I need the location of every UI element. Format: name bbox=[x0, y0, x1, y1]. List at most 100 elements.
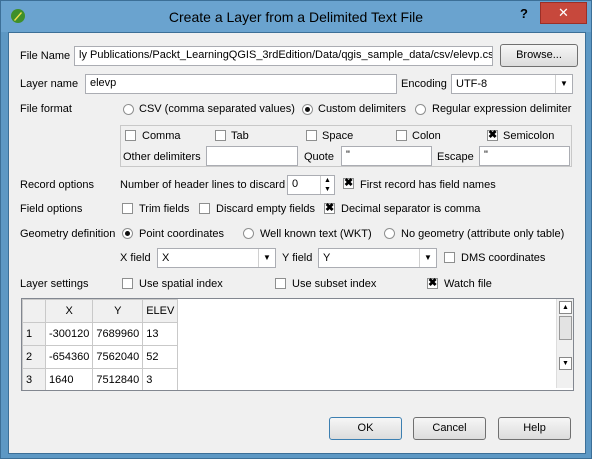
preview-table[interactable]: X Y ELEV 1 -300120 7689960 13 2 -654360 … bbox=[21, 298, 574, 391]
geometry-wkt-label: Well known text (WKT) bbox=[260, 228, 372, 240]
cancel-button[interactable]: Cancel bbox=[413, 417, 486, 440]
cell-y: 7512840 bbox=[92, 368, 144, 390]
semicolon-label: Semicolon bbox=[503, 130, 555, 142]
preview-grid: X Y ELEV 1 -300120 7689960 13 2 -654360 … bbox=[22, 299, 179, 390]
format-custom-radio[interactable] bbox=[302, 104, 313, 115]
cell-x: 1640 bbox=[44, 368, 94, 390]
record-options-label: Record options bbox=[20, 179, 94, 191]
table-row[interactable]: 2 -654360 7562040 52 bbox=[22, 345, 179, 369]
vertical-scrollbar[interactable]: ▲ ▼ bbox=[556, 299, 573, 388]
discard-empty-checkbox[interactable] bbox=[199, 203, 210, 214]
tab-checkbox[interactable] bbox=[215, 130, 226, 141]
chevron-down-icon[interactable]: ▼ bbox=[555, 75, 572, 93]
row-number: 3 bbox=[22, 368, 46, 390]
y-field-label: Y field bbox=[282, 252, 313, 264]
dms-checkbox[interactable] bbox=[444, 252, 455, 263]
discard-empty-label: Discard empty fields bbox=[216, 203, 316, 215]
scroll-down-icon[interactable]: ▼ bbox=[559, 357, 572, 370]
header-lines-label: Number of header lines to discard bbox=[120, 179, 286, 191]
geometry-point-label: Point coordinates bbox=[139, 228, 224, 240]
format-csv-label: CSV (comma separated values) bbox=[139, 103, 295, 115]
cell-x: -300120 bbox=[44, 322, 94, 346]
watch-file-checkbox[interactable]: ✖ bbox=[427, 278, 438, 289]
spatial-index-label: Use spatial index bbox=[139, 278, 223, 290]
title-bar[interactable]: Create a Layer from a Delimited Text Fil… bbox=[1, 1, 591, 32]
layer-name-input[interactable]: elevp bbox=[85, 74, 397, 94]
watch-file-label: Watch file bbox=[444, 278, 492, 290]
quote-input[interactable]: " bbox=[341, 146, 432, 166]
decimal-comma-label: Decimal separator is comma bbox=[341, 203, 481, 215]
encoding-select[interactable]: UTF-8 ▼ bbox=[451, 74, 573, 94]
field-options-label: Field options bbox=[20, 203, 83, 215]
decimal-comma-checkbox[interactable]: ✖ bbox=[324, 203, 335, 214]
header-lines-value: 0 bbox=[292, 178, 299, 190]
y-field-select[interactable]: Y ▼ bbox=[318, 248, 437, 268]
subset-index-checkbox[interactable] bbox=[275, 278, 286, 289]
geometry-none-label: No geometry (attribute only table) bbox=[401, 228, 565, 240]
column-header-x[interactable]: X bbox=[44, 299, 94, 323]
chevron-down-icon[interactable]: ▼ bbox=[419, 249, 436, 267]
tab-label: Tab bbox=[231, 130, 249, 142]
close-button[interactable]: ✕ bbox=[540, 2, 587, 24]
format-regex-radio[interactable] bbox=[415, 104, 426, 115]
geometry-label: Geometry definition bbox=[20, 228, 116, 240]
dialog-body: File Name ly Publications/Packt_Learning… bbox=[8, 32, 586, 454]
colon-checkbox[interactable] bbox=[396, 130, 407, 141]
spin-up-icon[interactable]: ▲ bbox=[320, 176, 334, 185]
cell-y: 7562040 bbox=[92, 345, 144, 369]
cell-elev: 13 bbox=[142, 322, 179, 346]
space-label: Space bbox=[322, 130, 354, 142]
spatial-index-checkbox[interactable] bbox=[122, 278, 133, 289]
file-name-label: File Name bbox=[20, 50, 71, 62]
corner-cell bbox=[22, 299, 46, 323]
first-record-label: First record has field names bbox=[360, 179, 496, 191]
row-number: 1 bbox=[22, 322, 46, 346]
colon-label: Colon bbox=[412, 130, 441, 142]
table-row[interactable]: 1 -300120 7689960 13 bbox=[22, 322, 179, 346]
escape-input[interactable]: " bbox=[479, 146, 570, 166]
cell-y: 7689960 bbox=[92, 322, 144, 346]
file-format-label: File format bbox=[20, 103, 72, 115]
window-title: Create a Layer from a Delimited Text Fil… bbox=[168, 9, 424, 25]
x-field-select[interactable]: X ▼ bbox=[157, 248, 276, 268]
encoding-value: UTF-8 bbox=[456, 78, 488, 90]
space-checkbox[interactable] bbox=[306, 130, 317, 141]
format-regex-label: Regular expression delimiter bbox=[432, 103, 572, 115]
escape-label: Escape bbox=[437, 151, 474, 163]
geometry-wkt-radio[interactable] bbox=[243, 228, 254, 239]
trim-fields-checkbox[interactable] bbox=[122, 203, 133, 214]
column-header-elev[interactable]: ELEV bbox=[142, 299, 179, 323]
scroll-up-icon[interactable]: ▲ bbox=[559, 301, 572, 314]
trim-fields-label: Trim fields bbox=[139, 203, 190, 215]
ok-button[interactable]: OK bbox=[329, 417, 402, 440]
encoding-label: Encoding bbox=[401, 78, 447, 90]
other-delimiters-input[interactable] bbox=[206, 146, 298, 166]
scroll-thumb[interactable] bbox=[559, 316, 572, 340]
first-record-checkbox[interactable]: ✖ bbox=[343, 178, 354, 189]
layer-name-label: Layer name bbox=[20, 78, 79, 90]
semicolon-checkbox[interactable]: ✖ bbox=[487, 130, 498, 141]
row-number: 2 bbox=[22, 345, 46, 369]
chevron-down-icon[interactable]: ▼ bbox=[258, 249, 275, 267]
x-field-value: X bbox=[162, 252, 170, 264]
geometry-point-radio[interactable] bbox=[122, 228, 133, 239]
subset-index-label: Use subset index bbox=[292, 278, 377, 290]
other-delimiters-label: Other delimiters bbox=[123, 151, 201, 163]
column-header-y[interactable]: Y bbox=[92, 299, 144, 323]
help-icon[interactable]: ? bbox=[513, 4, 535, 24]
browse-button[interactable]: Browse... bbox=[500, 44, 578, 67]
geometry-none-radio[interactable] bbox=[384, 228, 395, 239]
spin-down-icon[interactable]: ▼ bbox=[320, 185, 334, 194]
header-lines-spinbox[interactable]: 0 ▲ ▼ bbox=[287, 175, 335, 195]
format-custom-label: Custom delimiters bbox=[318, 103, 407, 115]
cell-elev: 3 bbox=[142, 368, 179, 390]
format-csv-radio[interactable] bbox=[123, 104, 134, 115]
dialog-window: Create a Layer from a Delimited Text Fil… bbox=[0, 0, 592, 459]
comma-label: Comma bbox=[142, 130, 181, 142]
help-button[interactable]: Help bbox=[498, 417, 571, 440]
comma-checkbox[interactable] bbox=[125, 130, 136, 141]
y-field-value: Y bbox=[323, 252, 331, 264]
file-name-input[interactable]: ly Publications/Packt_LearningQGIS_3rdEd… bbox=[74, 46, 493, 66]
table-row[interactable]: 3 1640 7512840 3 bbox=[22, 368, 179, 390]
cell-x: -654360 bbox=[44, 345, 94, 369]
